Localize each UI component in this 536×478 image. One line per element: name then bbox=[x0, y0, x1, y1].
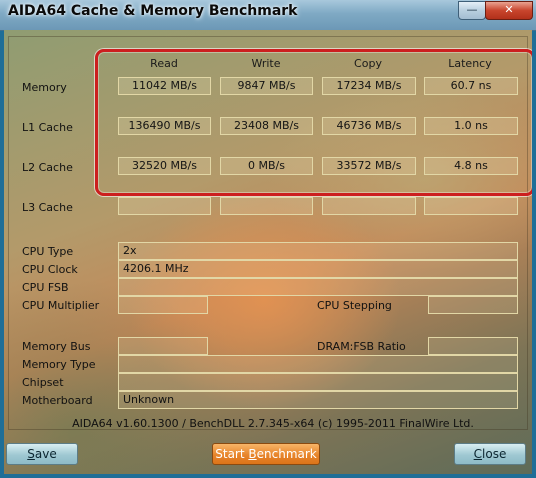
row-label-l1-cache: L1 Cache bbox=[22, 121, 73, 134]
motherboard-field: Unknown bbox=[118, 391, 518, 409]
dram-fsb-ratio-label: DRAM:FSB Ratio bbox=[317, 340, 406, 353]
start-label-prefix: Start bbox=[215, 447, 249, 461]
cpu-type-field: 2x bbox=[118, 242, 518, 260]
l3-copy-value bbox=[322, 197, 416, 215]
memory-type-label: Memory Type bbox=[22, 358, 96, 371]
l3-read-value bbox=[118, 197, 211, 215]
close-button[interactable]: Close bbox=[454, 443, 526, 465]
cpu-stepping-field bbox=[428, 296, 518, 314]
start-benchmark-button[interactable]: Start Benchmark bbox=[212, 443, 320, 465]
row-label-memory: Memory bbox=[22, 81, 67, 94]
results-panel: Read Write Copy Latency Memory 11042 MB/… bbox=[8, 36, 532, 430]
cpu-fsb-label: CPU FSB bbox=[22, 281, 69, 294]
close-accel: C bbox=[473, 447, 483, 461]
version-footer: AIDA64 v1.60.1300 / BenchDLL 2.7.345-x64… bbox=[72, 417, 474, 430]
cpu-fsb-field bbox=[118, 278, 518, 296]
start-accel: B bbox=[248, 447, 257, 461]
results-highlight-frame bbox=[95, 49, 532, 196]
l3-latency-value bbox=[424, 197, 518, 215]
close-window-button[interactable]: ✕ bbox=[485, 1, 533, 20]
cpu-type-label: CPU Type bbox=[22, 245, 74, 258]
cpu-stepping-label: CPU Stepping bbox=[317, 299, 392, 312]
cpu-multiplier-label: CPU Multiplier bbox=[22, 299, 100, 312]
client-area: Read Write Copy Latency Memory 11042 MB/… bbox=[4, 30, 532, 474]
close-label: lose bbox=[482, 447, 507, 461]
memory-type-field bbox=[118, 355, 518, 373]
motherboard-label: Motherboard bbox=[22, 394, 93, 407]
save-accel: S bbox=[27, 447, 35, 461]
save-label: ave bbox=[34, 447, 57, 461]
l3-write-value bbox=[220, 197, 313, 215]
save-button[interactable]: Save bbox=[6, 443, 78, 465]
chipset-label: Chipset bbox=[22, 376, 64, 389]
cpu-multiplier-field bbox=[118, 296, 208, 314]
memory-bus-field bbox=[118, 337, 208, 355]
memory-bus-label: Memory Bus bbox=[22, 340, 91, 353]
cpu-clock-label: CPU Clock bbox=[22, 263, 78, 276]
title-bar: AIDA64 Cache & Memory Benchmark — ✕ bbox=[0, 0, 536, 31]
chipset-field bbox=[118, 373, 518, 391]
start-label-rest: enchmark bbox=[256, 447, 317, 461]
window-title: AIDA64 Cache & Memory Benchmark bbox=[8, 3, 298, 19]
row-label-l2-cache: L2 Cache bbox=[22, 161, 73, 174]
dram-fsb-ratio-field bbox=[428, 337, 518, 355]
cpu-clock-field: 4206.1 MHz bbox=[118, 260, 518, 278]
minimize-button[interactable]: — bbox=[458, 1, 486, 20]
row-label-l3-cache: L3 Cache bbox=[22, 201, 73, 214]
